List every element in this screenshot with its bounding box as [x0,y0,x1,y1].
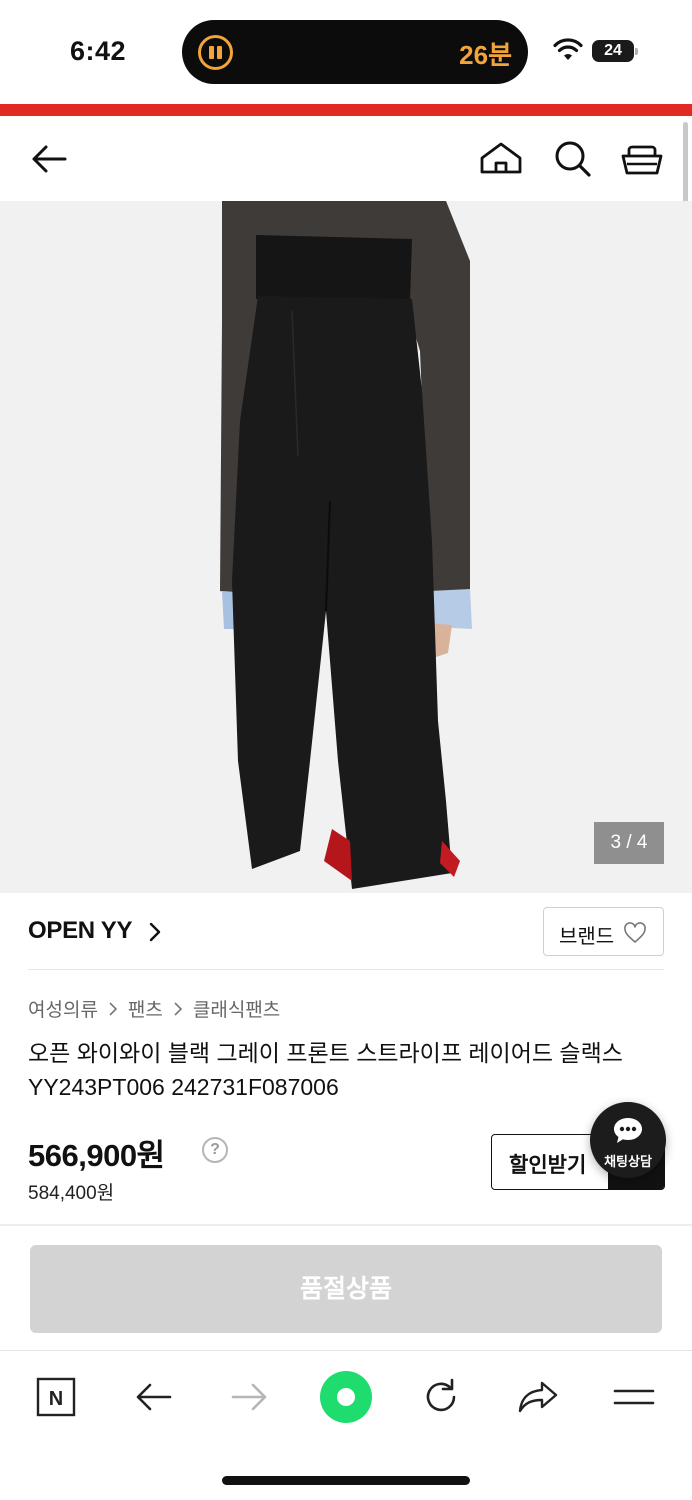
chevron-right-icon [174,1001,183,1016]
chat-bubble-icon [614,1118,642,1143]
brand-button-label: 브랜드 [559,926,615,948]
dynamic-island[interactable]: 26분 [182,20,528,84]
pause-icon [198,35,233,70]
breadcrumb: 여성의류 팬츠 클래식팬츠 [28,995,280,1022]
back-icon[interactable] [132,1375,176,1419]
naver-icon[interactable]: N [34,1375,78,1419]
home-icon[interactable] [478,136,524,182]
discount-button-label: 할인받기 [509,1154,587,1177]
forward-icon[interactable] [227,1375,271,1419]
soldout-button[interactable]: 품절상품 [30,1245,662,1333]
section-divider [0,1224,692,1226]
price-help-icon[interactable]: ? [202,1137,228,1163]
brand-like-button[interactable]: 브랜드 [543,907,664,956]
battery-level: 24 [604,42,622,59]
wifi-icon [553,38,583,60]
chevron-right-icon [109,1001,118,1016]
image-counter: 3 / 4 [594,822,664,864]
original-price: 584,400원 [28,1183,115,1204]
chat-label: 채팅상담 [604,1154,652,1169]
basket-icon[interactable] [619,136,665,182]
product-photo-illustration [0,201,692,893]
product-image[interactable]: 3 / 4 [0,201,692,893]
product-price: 566,900원 [28,1138,165,1173]
browser-toolbar: N [0,1351,692,1500]
brand-name-link[interactable]: OPEN YY [28,917,132,945]
breadcrumb-item-leaf[interactable]: 클래식팬츠 [193,995,280,1022]
share-icon[interactable] [516,1375,560,1419]
green-dot-icon[interactable] [320,1371,372,1423]
brand-accent-line [0,104,692,116]
heart-icon [624,922,646,943]
live-activity-timer: 26분 [459,40,512,70]
product-title: 오픈 와이와이 블랙 그레이 프론트 스트라이프 레이어드 슬랙스 YY243P… [28,1036,664,1104]
battery-icon: 24 [592,40,638,62]
breadcrumb-item-category[interactable]: 여성의류 [28,995,98,1022]
status-bar: 6:42 26분 24 [0,0,692,104]
home-indicator[interactable] [222,1476,470,1485]
arrow-left-icon[interactable] [26,136,72,182]
status-time: 6:42 [70,36,127,66]
reload-icon[interactable] [419,1375,463,1419]
menu-icon[interactable] [612,1375,656,1419]
chevron-right-icon[interactable] [148,921,162,943]
brand-row: OPEN YY 브랜드 [28,905,664,970]
product-title-line2: YY243PT006 242731F087006 [28,1074,339,1100]
chat-consult-button[interactable]: 채팅상담 [590,1102,666,1178]
search-icon[interactable] [550,136,596,182]
naver-letter: N [49,1388,63,1410]
breadcrumb-item-subcategory[interactable]: 팬츠 [128,995,163,1022]
top-navigation [0,116,692,202]
product-title-line1: 오픈 와이와이 블랙 그레이 프론트 스트라이프 레이어드 슬랙스 [28,1040,623,1066]
